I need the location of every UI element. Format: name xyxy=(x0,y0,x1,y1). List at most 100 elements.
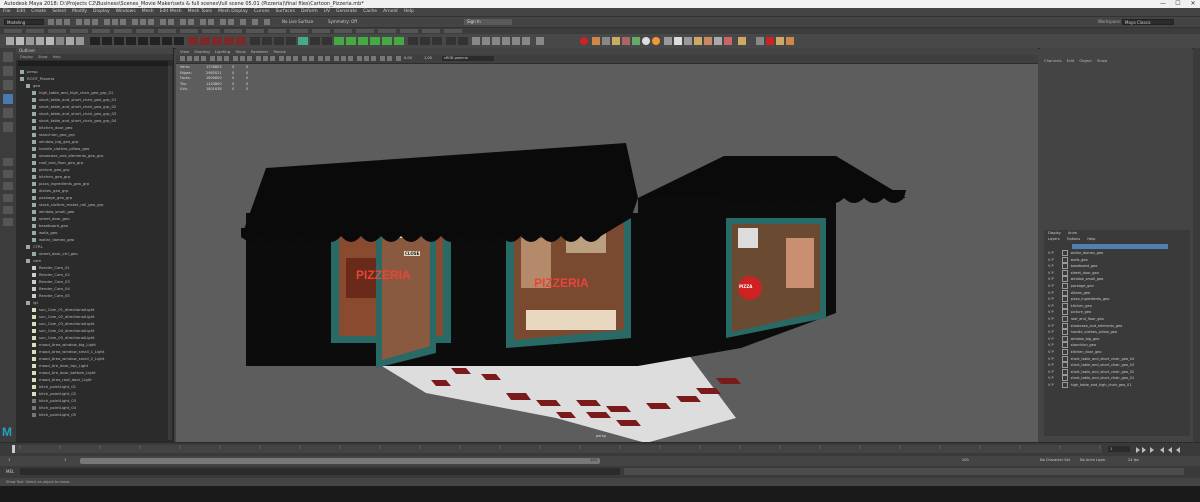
outliner-item[interactable]: CTRL xyxy=(26,243,43,250)
menu-display[interactable]: Display xyxy=(90,8,113,16)
symmetry-label[interactable]: Symmetry: Off xyxy=(328,19,357,25)
layer-color-swatch[interactable] xyxy=(1061,256,1068,263)
layer-row[interactable]: V P stanchion_geo xyxy=(1044,342,1190,349)
layer-color-swatch[interactable] xyxy=(1061,296,1068,303)
menu-help[interactable]: Help xyxy=(401,8,417,16)
layer-color-swatch[interactable] xyxy=(1061,309,1068,316)
fps-dropdown[interactable]: 24 fps xyxy=(1128,458,1139,462)
outliner-item[interactable]: window_big_geo_grp xyxy=(32,138,78,145)
menu-create[interactable]: Create xyxy=(28,8,49,16)
outliner-menu-show[interactable]: Show xyxy=(38,55,47,59)
layers-menu[interactable]: Layers xyxy=(1048,237,1060,241)
range-slider-handle[interactable] xyxy=(80,458,600,464)
layer-color-swatch[interactable] xyxy=(1061,355,1068,362)
outliner-item[interactable]: street_door_geo xyxy=(32,215,70,222)
paint-select-tool-icon[interactable] xyxy=(3,80,13,90)
outliner-item[interactable]: high_table_and_high_chair_geo_grp_01 xyxy=(32,89,113,96)
outliner-item[interactable]: baseboard_geo xyxy=(32,222,68,229)
outliner-item[interactable]: kitch_pointLight_04 xyxy=(32,404,76,411)
layer-row[interactable]: V P short_table_and_short_chair_geo_03 xyxy=(1044,362,1190,369)
outliner-item[interactable]: sun_Cam_03_directionalLight xyxy=(32,320,95,327)
layer-row[interactable]: V P window_small_geo xyxy=(1044,276,1190,283)
outliner-item[interactable]: street_door_ctrl_geo xyxy=(32,250,78,257)
layout-single-icon[interactable] xyxy=(3,158,13,166)
layer-row[interactable]: V P high_table_and_high_chair_geo_01 xyxy=(1044,382,1190,389)
range-inner-start-field[interactable]: 1 xyxy=(64,458,66,462)
default-layer-row[interactable] xyxy=(1072,244,1168,249)
sign-in-button[interactable]: Sign In xyxy=(464,19,512,25)
layer-visibility-toggle[interactable]: V P xyxy=(1048,251,1054,255)
outliner-item[interactable]: sun_Cam_02_directionalLight xyxy=(32,313,95,320)
outliner-item[interactable]: dishes_geo_grp xyxy=(32,187,68,194)
outliner-item[interactable]: sun_Cam_05_directionalLight xyxy=(32,334,95,341)
layout-graph-icon[interactable] xyxy=(3,206,13,214)
current-frame-field[interactable]: 1 xyxy=(1108,446,1130,452)
command-input[interactable] xyxy=(20,468,620,475)
outliner-item[interactable]: short_table_and_short_chair_geo_grp_04 xyxy=(32,117,116,124)
layer-visibility-toggle[interactable]: V P xyxy=(1048,310,1054,314)
layer-row[interactable]: V P package_geo xyxy=(1044,283,1190,290)
layer-row[interactable]: V P wallar_domex_geo xyxy=(1044,250,1190,257)
layer-row[interactable]: V P kitchen_geo xyxy=(1044,302,1190,310)
outliner-scrollbar[interactable] xyxy=(168,66,172,440)
layer-visibility-toggle[interactable]: V P xyxy=(1048,337,1054,341)
outliner-item[interactable]: kitch_pointLight_03 xyxy=(32,397,76,404)
layer-visibility-toggle[interactable]: V P xyxy=(1048,330,1054,334)
menu-surfaces[interactable]: Surfaces xyxy=(272,8,298,16)
outliner-item[interactable]: picture_geo_grp xyxy=(32,166,70,173)
layer-row[interactable]: V P short_table_and_short_chair_geo_02 xyxy=(1044,368,1190,376)
layer-row[interactable]: V P short_table_and_short_chair_geo_04 xyxy=(1044,355,1190,363)
outliner-item[interactable]: ROOT_Pizzeria xyxy=(20,75,54,82)
layer-color-swatch[interactable] xyxy=(1061,263,1068,270)
layer-color-swatch[interactable] xyxy=(1061,342,1068,349)
outliner-item[interactable]: mood_Are_door_bottom_Light xyxy=(32,369,96,376)
layer-row[interactable]: V P roof_and_floor_geo xyxy=(1044,316,1190,323)
outliner-item[interactable]: window_small_geo xyxy=(32,208,74,215)
layer-row[interactable]: V P street_door_geo xyxy=(1044,269,1190,277)
layer-color-swatch[interactable] xyxy=(1061,276,1068,283)
help-menu[interactable]: Help xyxy=(1087,237,1095,241)
layer-visibility-toggle[interactable]: V P xyxy=(1048,271,1054,275)
layer-row[interactable]: V P picture_geo xyxy=(1044,309,1190,316)
outliner-item[interactable]: mood_Area_window_small_1_Light xyxy=(32,348,104,355)
outliner-item[interactable]: Render_Cam_03 xyxy=(32,278,70,285)
layer-color-swatch[interactable] xyxy=(1061,349,1068,355)
menu-edit-mesh[interactable]: Edit Mesh xyxy=(157,8,185,16)
layer-row[interactable]: V P showcase_and_elements_geo xyxy=(1044,322,1190,330)
outliner-item[interactable]: walls_geo xyxy=(32,229,58,236)
layer-visibility-toggle[interactable]: V P xyxy=(1048,317,1054,321)
outliner-item[interactable]: short_table_and_short_chair_geo_grp_01 xyxy=(32,96,116,103)
show-menu[interactable]: Show xyxy=(1097,58,1107,63)
layout-hypershade-icon[interactable] xyxy=(3,218,13,226)
layer-color-swatch[interactable] xyxy=(1061,283,1068,289)
outliner-item[interactable]: sun_Cam_04_directionalLight xyxy=(32,327,95,334)
layer-visibility-toggle[interactable]: V P xyxy=(1048,304,1054,308)
outliner-item[interactable]: mood_Area_window_big_Light xyxy=(32,341,96,348)
outliner-item[interactable]: kitchen_geo_grp xyxy=(32,173,70,180)
layer-color-swatch[interactable] xyxy=(1061,250,1068,256)
outliner-item[interactable]: kitch_pointLight_02 xyxy=(32,390,76,397)
layer-row[interactable]: V P handle_clothes_pillow_geo xyxy=(1044,329,1190,336)
outliner-item[interactable]: showcase_and_elements_geo_grp xyxy=(32,152,103,159)
layer-visibility-toggle[interactable]: V P xyxy=(1048,383,1054,387)
layer-color-swatch[interactable] xyxy=(1061,362,1068,369)
layer-color-swatch[interactable] xyxy=(1061,289,1068,296)
time-slider[interactable]: 1 xyxy=(0,442,1200,457)
outliner-item[interactable]: short_table_and_short_chair_geo_grp_02 xyxy=(32,103,116,110)
anim-layer-field[interactable]: No Anim Layer xyxy=(1080,458,1106,462)
move-tool-icon[interactable] xyxy=(3,94,13,104)
layer-visibility-toggle[interactable]: V P xyxy=(1048,343,1054,347)
menu-file[interactable]: File xyxy=(0,8,14,16)
layout-two-icon[interactable] xyxy=(3,182,13,190)
layer-row[interactable]: V P short_table_and_short_chair_geo_01 xyxy=(1044,375,1190,382)
menu-modify[interactable]: Modify xyxy=(69,8,90,16)
layer-row[interactable]: V P kitchen_door_geo xyxy=(1044,349,1190,356)
range-start-field[interactable]: 1 xyxy=(8,458,10,462)
outliner-menu-help[interactable]: Help xyxy=(53,55,61,59)
outliner-item[interactable]: sun_Cam_01_directionalLight xyxy=(32,306,95,313)
layer-color-swatch[interactable] xyxy=(1061,269,1068,276)
layout-four-icon[interactable] xyxy=(3,170,13,178)
channels-menu[interactable]: Channels xyxy=(1044,58,1062,63)
workspace-dropdown[interactable]: Maya Classic xyxy=(1122,19,1174,25)
layer-row[interactable]: V P baseboard_geo xyxy=(1044,263,1190,270)
